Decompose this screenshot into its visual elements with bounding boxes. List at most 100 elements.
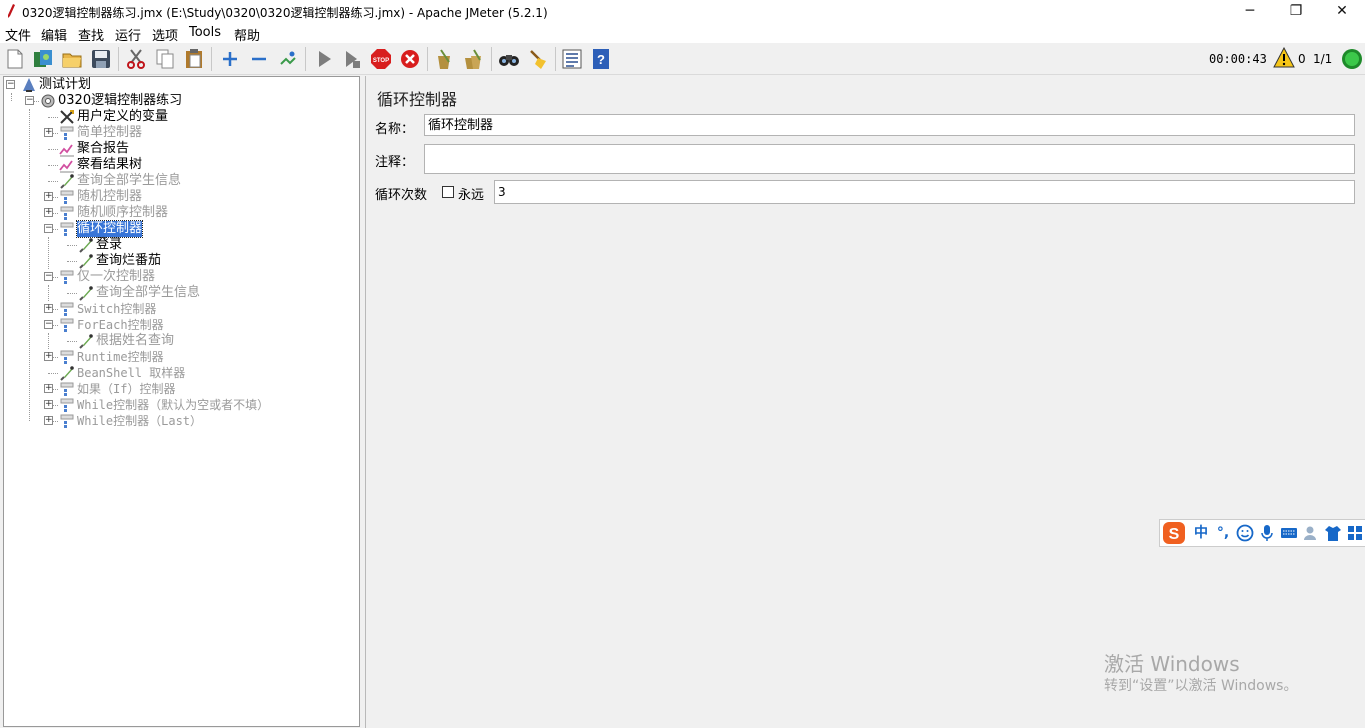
tree-node-label[interactable]: 简单控制器 [77,125,142,141]
copy-icon[interactable] [154,48,176,70]
paste-icon[interactable] [183,48,205,70]
tree-node-label[interactable]: 随机顺序控制器 [77,205,168,221]
expand-node-toggle[interactable]: + [44,416,53,425]
start-no-pause-icon[interactable] [341,48,363,70]
tree-node-label[interactable]: 测试计划 [39,77,91,93]
tree-node[interactable]: 用户定义的变量 [4,109,359,125]
reset-search-icon[interactable] [527,48,549,70]
toolbox-icon[interactable] [1346,524,1364,542]
keyboard-icon[interactable] [1280,524,1298,542]
tree-node[interactable]: 根据姓名查询 [4,333,359,349]
tree-node[interactable]: 查询烂番茄 [4,253,359,269]
tree-node-label[interactable]: 随机控制器 [77,189,142,205]
tree-node-label[interactable]: 仅一次控制器 [77,269,155,285]
cut-icon[interactable] [125,48,147,70]
tree-node[interactable]: + While控制器（默认为空或者不填） [4,397,359,413]
tree-node[interactable]: − 0320逻辑控制器练习 [4,93,359,109]
name-input[interactable]: 循环控制器 [424,114,1355,136]
expand-node-toggle[interactable]: + [44,192,53,201]
tree-node-label[interactable]: While控制器（Last） [77,413,202,429]
tree-node-label[interactable]: 查询全部学生信息 [96,285,200,301]
expand-node-toggle[interactable]: + [44,400,53,409]
tree-node-label[interactable]: 用户定义的变量 [77,109,168,125]
tree-node-label[interactable]: While控制器（默认为空或者不填） [77,397,269,413]
tree-node[interactable]: BeanShell 取样器 [4,365,359,381]
tree-node[interactable]: 查询全部学生信息 [4,173,359,189]
menu-file[interactable]: 文件 [5,25,31,44]
start-icon[interactable] [313,48,335,70]
tree-node-label[interactable]: 登录 [96,237,122,253]
expand-node-toggle[interactable]: + [44,304,53,313]
tree-node-label[interactable]: 0320逻辑控制器练习 [58,93,182,109]
tree-node-label[interactable]: Switch控制器 [77,301,156,317]
tree-node[interactable]: + Runtime控制器 [4,349,359,365]
collapse-icon[interactable] [248,48,270,70]
emoji-icon[interactable] [1236,524,1254,542]
sogou-logo-icon[interactable]: S [1162,521,1186,545]
clear-all-icon[interactable] [462,48,484,70]
tree-node-label[interactable]: 聚合报告 [77,141,129,157]
shutdown-icon[interactable] [399,48,421,70]
tree-node[interactable]: + 如果（If）控制器 [4,381,359,397]
loop-count-input[interactable]: 3 [494,180,1355,204]
tree-node[interactable]: 查询全部学生信息 [4,285,359,301]
tree-node[interactable]: + 简单控制器 [4,125,359,141]
comment-input[interactable] [424,144,1355,174]
collapse-node-toggle[interactable]: − [44,272,53,281]
tree-node[interactable]: − 仅一次控制器 [4,269,359,285]
tree-node-label[interactable]: BeanShell 取样器 [77,365,185,381]
menu-run[interactable]: 运行 [115,25,141,44]
menu-tools[interactable]: Tools [189,25,221,40]
help-icon[interactable]: ? [590,48,612,70]
close-window-button[interactable]: ✕ [1319,0,1365,24]
templates-icon[interactable] [32,48,54,70]
tree-node[interactable]: − ForEach控制器 [4,317,359,333]
tree-node[interactable]: − 测试计划 [4,77,359,93]
ime-punct-toggle[interactable]: °, [1214,524,1232,542]
menu-help[interactable]: 帮助 [234,25,260,44]
menu-options[interactable]: 选项 [152,25,178,44]
open-icon[interactable] [61,48,83,70]
toggle-icon[interactable] [277,48,299,70]
skin-icon[interactable] [1324,524,1342,542]
tree-node-label[interactable]: 查询烂番茄 [96,253,161,269]
forever-checkbox[interactable] [442,186,454,198]
forever-label[interactable]: 永远 [458,184,484,203]
warning-icon[interactable] [1273,47,1295,69]
stop-icon[interactable]: STOP [370,48,392,70]
clear-icon[interactable] [433,48,455,70]
collapse-node-toggle[interactable]: − [25,96,34,105]
function-helper-icon[interactable] [561,48,583,70]
tree-node-label[interactable]: 查询全部学生信息 [77,173,181,189]
expand-node-toggle[interactable]: + [44,208,53,217]
tree-node-label[interactable]: 如果（If）控制器 [77,381,175,397]
user-icon[interactable] [1302,524,1320,542]
tree-node-label[interactable]: 根据姓名查询 [96,333,174,349]
tree-node-label[interactable]: 循环控制器 [75,220,144,238]
tree-node[interactable]: − 循环控制器 [4,220,359,238]
collapse-node-toggle[interactable]: − [44,320,53,329]
menu-edit[interactable]: 编辑 [41,25,67,44]
expand-node-toggle[interactable]: + [44,384,53,393]
menu-search[interactable]: 查找 [78,25,104,44]
restore-button[interactable]: ❐ [1273,0,1319,24]
collapse-node-toggle[interactable]: − [44,224,53,233]
search-icon[interactable] [498,48,520,70]
expand-icon[interactable] [219,48,241,70]
expand-node-toggle[interactable]: + [44,128,53,137]
tree-node[interactable]: + 随机顺序控制器 [4,205,359,221]
tree-node-label[interactable]: 察看结果树 [77,157,142,173]
collapse-node-toggle[interactable]: − [6,80,15,89]
new-icon[interactable] [4,48,26,70]
tree-node[interactable]: 察看结果树 [4,157,359,173]
test-plan-tree[interactable]: − 测试计划 −0320逻辑控制器练习 用户定义的变量 + 简单控制器 聚合报告 察看结果树查… [3,76,360,727]
ime-mode-toggle[interactable]: 中 [1192,524,1210,542]
tree-node-label[interactable]: ForEach控制器 [77,317,164,333]
microphone-icon[interactable] [1258,524,1276,542]
tree-node-label[interactable]: Runtime控制器 [77,349,164,365]
expand-node-toggle[interactable]: + [44,352,53,361]
tree-node[interactable]: 聚合报告 [4,141,359,157]
minimize-button[interactable]: ─ [1227,0,1273,24]
tree-node[interactable]: + 随机控制器 [4,189,359,205]
tree-node[interactable]: 登录 [4,237,359,253]
